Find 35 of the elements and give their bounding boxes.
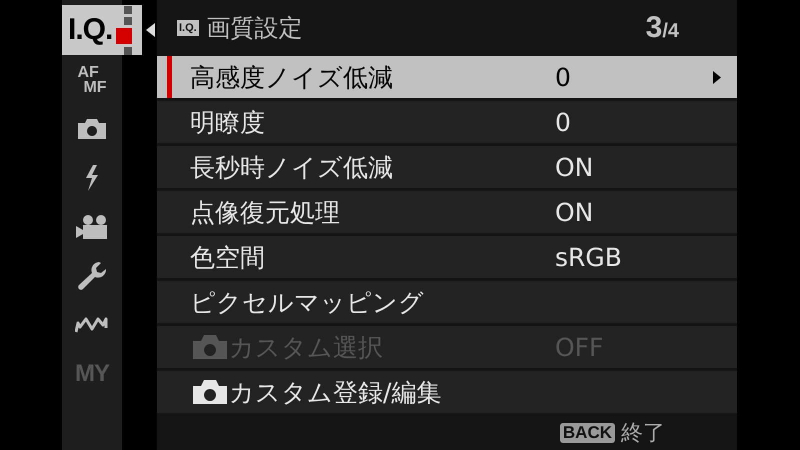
menu-badge: I.Q.: [177, 20, 199, 36]
exit-label: 終了: [621, 420, 665, 448]
wireless-icon[interactable]: [75, 316, 109, 334]
setting-value: 0: [555, 108, 571, 136]
setting-label: 長秒時ノイズ低減: [190, 152, 393, 184]
menu-row[interactable]: カスタム登録/編集: [157, 371, 737, 413]
menu-row[interactable]: 長秒時ノイズ低減 ON: [157, 146, 737, 188]
back-key: BACK: [560, 423, 615, 443]
setting-label: 色空間: [190, 242, 265, 274]
setting-value: 0: [555, 62, 571, 92]
menu-row[interactable]: 明瞭度 0: [157, 101, 737, 143]
menu-row[interactable]: 点像復元処理 ON: [157, 191, 737, 233]
setting-label: 点像復元処理: [190, 196, 340, 228]
wrench-icon[interactable]: [77, 262, 107, 290]
menu-row[interactable]: ピクセルマッピング: [157, 281, 737, 323]
menu-row[interactable]: 高感度ノイズ低減 0: [157, 56, 737, 98]
flash-icon[interactable]: [84, 164, 100, 190]
setting-value: sRGB: [555, 242, 622, 272]
camera-icon[interactable]: [78, 118, 106, 138]
setting-label: 高感度ノイズ低減: [190, 62, 393, 94]
setting-label: カスタム登録/編集: [229, 376, 442, 408]
page-number: 3/4: [646, 11, 679, 45]
setting-value: ON: [555, 152, 594, 182]
setting-value: ON: [555, 198, 594, 226]
menu-title: 画質設定: [206, 13, 303, 44]
setting-label: 明瞭度: [190, 106, 265, 138]
camera-icon: [193, 335, 227, 359]
movie-camera-icon[interactable]: [76, 214, 108, 238]
cursor-bar: [167, 56, 172, 98]
menu-row[interactable]: 色空間 sRGB: [157, 236, 737, 278]
tab-label[interactable]: AF MF: [77, 64, 107, 94]
arrow-icon: [713, 70, 721, 84]
pointer-icon: [146, 23, 155, 37]
camera-icon: [193, 380, 227, 404]
setting-label: ピクセルマッピング: [190, 286, 424, 318]
